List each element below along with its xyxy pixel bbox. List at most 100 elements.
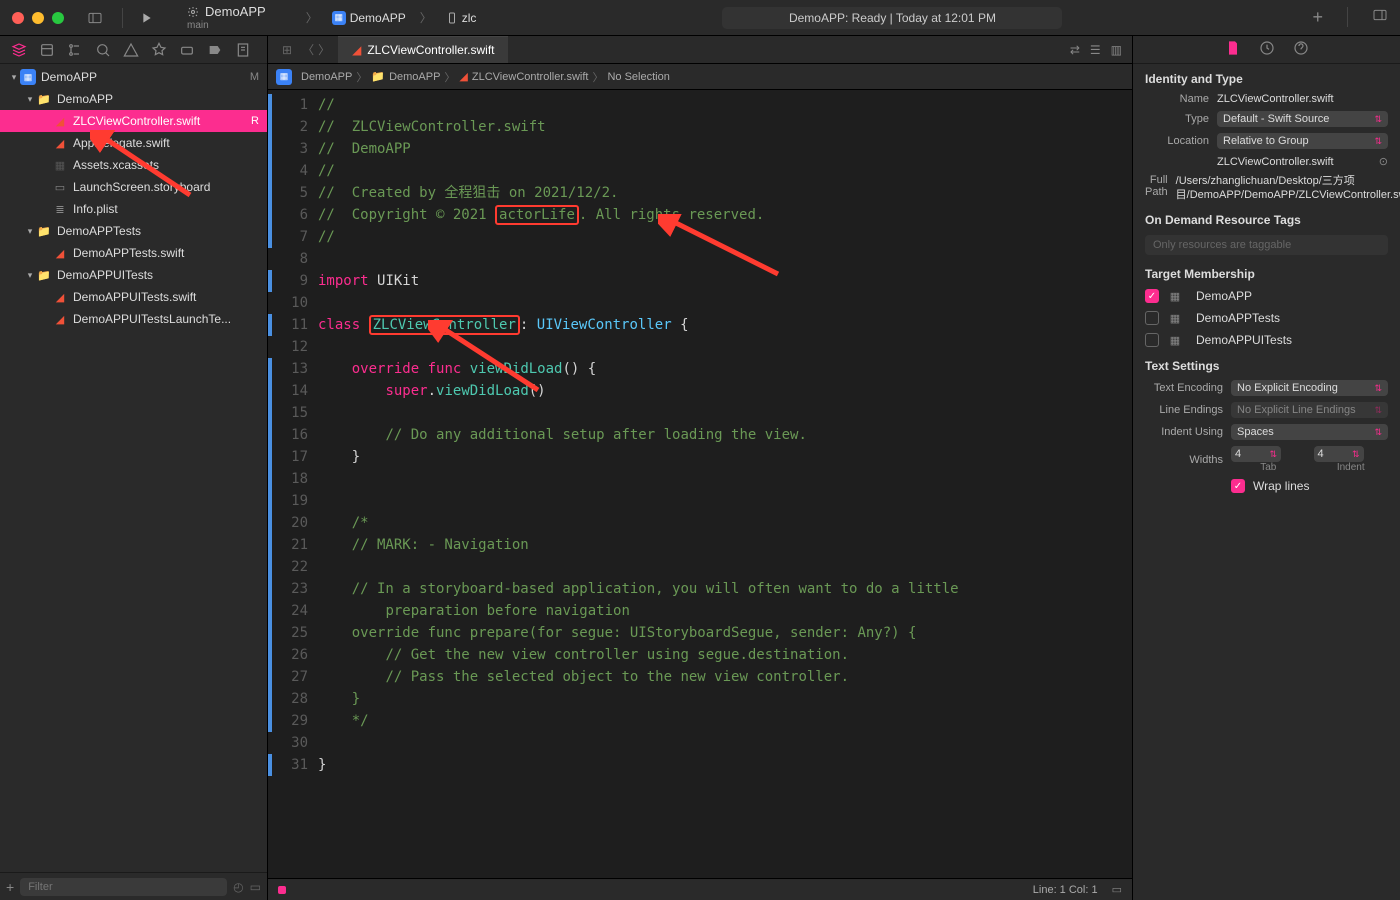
swift-icon: ◢ [52,113,68,129]
breakpoint-navigator-icon[interactable] [202,37,228,63]
text-section-header: Text Settings [1133,351,1400,377]
run-button[interactable] [133,5,159,31]
target-section-header: Target Membership [1133,259,1400,285]
target-checkbox[interactable] [1145,333,1159,347]
navigator-filter-input[interactable] [20,878,227,896]
project-icon: ▦ [20,69,36,85]
debug-navigator-icon[interactable] [174,37,200,63]
swift-icon: ◢ [52,245,68,261]
issue-navigator-icon[interactable] [118,37,144,63]
file-row[interactable]: ▭LaunchScreen.storyboard [0,176,267,198]
folder-row[interactable]: ▾📁 DemoAPPTests [0,220,267,242]
tab-title: ZLCViewController.swift [367,43,494,57]
file-row[interactable]: ≣Info.plist [0,198,267,220]
library-icon[interactable] [1372,7,1388,28]
indent-width-stepper[interactable]: 4⇅ [1314,446,1364,462]
report-navigator-icon[interactable] [230,37,256,63]
activity-viewer: DemoAPP: Ready | Today at 12:01 PM [722,7,1062,29]
target-membership-row[interactable]: ▦ DemoAPPTests [1133,307,1400,329]
resource-tags-field: Only resources are taggable [1145,235,1388,255]
editor-tab[interactable]: ◢ ZLCViewController.swift [338,36,508,63]
ondemand-section-header: On Demand Resource Tags [1133,205,1400,231]
filter-scm-icon[interactable]: ▭ [250,880,261,894]
line-endings-select[interactable]: No Explicit Line Endings⇅ [1231,402,1388,418]
indent-using-select[interactable]: Spaces⇅ [1231,424,1388,440]
assets-icon: ▦ [52,157,68,173]
history-inspector-tab-icon[interactable] [1259,40,1275,59]
minimap-toggle-icon[interactable]: ▭ [1112,883,1122,896]
folder-icon: 📁 [36,223,52,239]
file-row[interactable]: ◢DemoAPPUITests.swift [0,286,267,308]
target-icon: ▦ [1167,288,1183,304]
editor-options-icon[interactable]: ⇄ [1070,43,1080,57]
filter-recent-icon[interactable]: ◴ [233,880,243,894]
file-row[interactable]: ◢DemoAPPUITestsLaunchTe... [0,308,267,330]
storyboard-icon: ▭ [52,179,68,195]
file-type-select[interactable]: Default - Swift Source⇅ [1217,111,1388,127]
swift-icon: ◢ [52,135,68,151]
file-row[interactable]: ▦Assets.xcassets [0,154,267,176]
cursor-position: Line: 1 Col: 1 [1033,884,1098,896]
symbol-navigator-icon[interactable] [62,37,88,63]
test-navigator-icon[interactable] [146,37,172,63]
file-tree: ▾▦ DemoAPPM ▾📁 DemoAPP ◢ZLCViewControlle… [0,64,267,872]
forward-icon[interactable]: 〉 [318,41,330,58]
project-root[interactable]: ▾▦ DemoAPPM [0,66,267,88]
run-target-app[interactable]: ▦ DemoAPP [324,9,414,27]
target-membership-row[interactable]: ▦ DemoAPPUITests [1133,329,1400,351]
add-editor-icon[interactable]: ▥ [1111,43,1122,57]
navigator-panel: ▾▦ DemoAPPM ▾📁 DemoAPP ◢ZLCViewControlle… [0,36,268,900]
add-file-icon[interactable]: + [6,879,14,895]
swift-icon: ◢ [52,311,68,327]
editor-status-bar: Line: 1 Col: 1 ▭ [268,878,1132,900]
plist-icon: ≣ [52,201,68,217]
minimize-window-button[interactable] [32,12,44,24]
related-items-icon[interactable]: ⊞ [282,43,292,57]
editor-panel: ⊞ 〈 〉 ◢ ZLCViewController.swift ⇄ ☰ ▥ ▦D… [268,36,1132,900]
swift-icon: ◢ [352,43,361,57]
zoom-window-button[interactable] [52,12,64,24]
tab-width-stepper[interactable]: 4⇅ [1231,446,1281,462]
target-checkbox[interactable] [1145,311,1159,325]
title-bar: DemoAPP main 〉 ▦ DemoAPP 〉 zlc DemoAPP: … [0,0,1400,36]
file-row[interactable]: ◢AppDelegate.swift [0,132,267,154]
adjust-editor-icon[interactable]: ☰ [1090,43,1101,57]
find-navigator-icon[interactable] [90,37,116,63]
swift-icon: ◢ [52,289,68,305]
scheme-selector[interactable]: DemoAPP main [187,4,266,31]
jump-bar[interactable]: ▦DemoAPP 〉 📁DemoAPP 〉 ◢ZLCViewController… [268,64,1132,90]
branch-name: main [187,20,266,31]
location-file: ZLCViewController.swift [1217,156,1375,168]
location-select[interactable]: Relative to Group⇅ [1217,133,1388,149]
wrap-lines-checkbox[interactable]: ✓ [1231,479,1245,493]
add-button[interactable]: + [1312,7,1323,28]
file-row[interactable]: ◢ZLCViewController.swiftR [0,110,267,132]
back-icon[interactable]: 〈 [302,41,314,58]
window-controls [12,12,64,24]
file-inspector-tab-icon[interactable] [1225,40,1241,59]
identity-section-header: Identity and Type [1133,64,1400,90]
folder-row[interactable]: ▾📁 DemoAPP [0,88,267,110]
file-row[interactable]: ◢DemoAPPTests.swift [0,242,267,264]
source-control-navigator-icon[interactable] [34,37,60,63]
navigator-selector-bar [0,36,267,64]
help-inspector-tab-icon[interactable] [1293,40,1309,59]
toggle-navigator-icon[interactable] [82,5,108,31]
target-membership-row[interactable]: ✓ ▦ DemoAPP [1133,285,1400,307]
folder-row[interactable]: ▾📁 DemoAPPUITests [0,264,267,286]
target-checkbox[interactable]: ✓ [1145,289,1159,303]
choose-path-icon[interactable]: ⊙ [1379,155,1388,168]
run-target-device[interactable]: zlc [438,8,485,28]
folder-icon: 📁 [36,91,52,107]
code-editor[interactable]: 1234567891011121314151617181920212223242… [268,90,1132,878]
scheme-name: DemoAPP [205,4,266,19]
inspector-panel: Identity and Type Name ZLCViewController… [1132,36,1400,900]
file-name-field[interactable]: ZLCViewController.swift [1217,93,1388,105]
target-icon: ▦ [1167,310,1183,326]
encoding-select[interactable]: No Explicit Encoding⇅ [1231,380,1388,396]
target-icon: ▦ [1167,332,1183,348]
status-indicator [278,886,286,894]
full-path-value: /Users/zhanglichuan/Desktop/三方项目/DemoAPP… [1176,174,1400,202]
close-window-button[interactable] [12,12,24,24]
project-navigator-icon[interactable] [6,37,32,63]
